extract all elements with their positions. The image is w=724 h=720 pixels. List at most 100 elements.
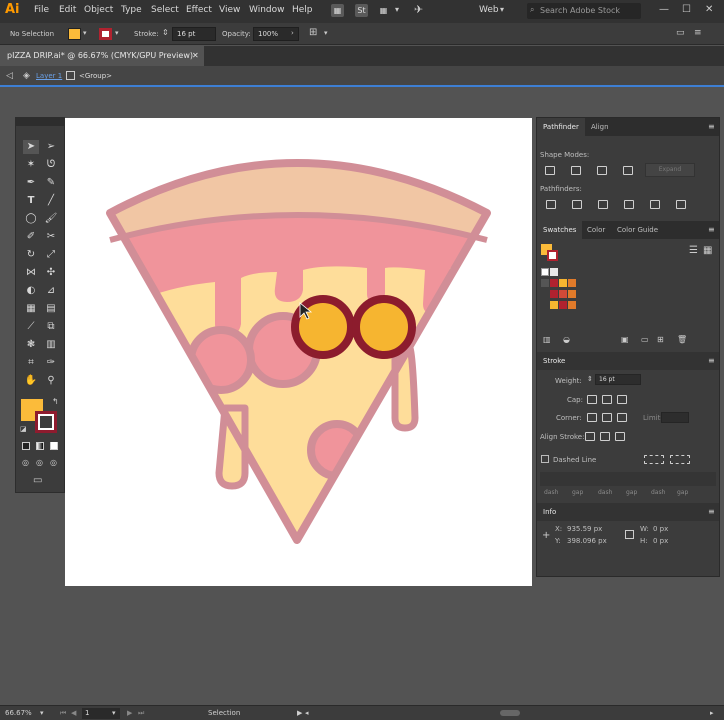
gradient-tool-icon[interactable]: ▤ <box>43 302 59 316</box>
minus-front-icon[interactable] <box>571 166 581 175</box>
zoom-tool-icon[interactable]: ⚲ <box>43 374 59 388</box>
status-scroll-left-icon[interactable]: ◂ <box>305 709 309 717</box>
scale-tool-icon[interactable]: ⤢ <box>43 248 59 262</box>
blend-tool-icon[interactable]: ⧉ <box>43 320 59 334</box>
tab-color-guide[interactable]: Color Guide <box>611 221 664 239</box>
stroke-menu-icon[interactable]: ≡ <box>708 356 715 365</box>
limit-field[interactable] <box>661 412 689 423</box>
tab-stroke[interactable]: Stroke <box>537 352 572 370</box>
shaper-tool-icon[interactable]: ✐ <box>23 230 39 244</box>
maximize-icon[interactable]: ☐ <box>682 4 691 15</box>
new-color-group-icon[interactable]: ▭ <box>641 335 649 344</box>
swatch-options-icon[interactable]: ▣ <box>621 335 629 344</box>
align-inside-icon[interactable] <box>600 432 610 441</box>
tab-align[interactable]: Align <box>585 118 615 136</box>
artboard-tool-icon[interactable]: ⌗ <box>23 356 39 370</box>
horizontal-scrollbar-thumb[interactable] <box>500 710 520 716</box>
arrange-documents-icon[interactable]: ▦ <box>377 4 390 17</box>
none-mode-icon[interactable] <box>50 442 58 450</box>
document-tab[interactable]: pIZZA DRIP.ai* @ 66.67% (CMYK/GPU Previe… <box>0 46 204 66</box>
swatches-menu-icon[interactable]: ≡ <box>708 225 715 234</box>
back-arrow-icon[interactable]: ◁ <box>6 71 13 81</box>
slice-tool-icon[interactable]: ✑ <box>43 356 59 370</box>
artboard-chevron-icon[interactable]: ▾ <box>112 709 116 717</box>
toolbox-header[interactable] <box>16 118 64 126</box>
first-artboard-icon[interactable]: ⏮ <box>60 709 66 718</box>
minimize-icon[interactable]: — <box>659 4 669 15</box>
bridge-icon[interactable]: ▦ <box>331 4 344 17</box>
fill-chevron-icon[interactable]: ▾ <box>83 29 87 37</box>
round-cap-icon[interactable] <box>602 395 612 404</box>
merge-icon[interactable] <box>598 200 608 209</box>
scissors-tool-icon[interactable]: ✂ <box>43 230 59 244</box>
symbol-sprayer-tool-icon[interactable]: ❃ <box>23 338 39 352</box>
lasso-tool-icon[interactable]: ᘎ <box>43 158 59 172</box>
intersect-icon[interactable] <box>597 166 607 175</box>
swatch-red-3[interactable] <box>559 301 567 309</box>
swatch-orange-2[interactable] <box>568 290 576 298</box>
menu-select[interactable]: Select <box>151 5 179 15</box>
default-colors-icon[interactable]: ◪ <box>20 425 27 433</box>
swatch-registration[interactable] <box>550 268 558 276</box>
menu-effect[interactable]: Effect <box>186 5 212 15</box>
dashed-line-checkbox[interactable] <box>541 455 549 463</box>
outline-icon[interactable] <box>650 200 660 209</box>
status-menu-arrow-icon[interactable]: ▶ <box>297 709 302 717</box>
weight-stepper-icon[interactable]: ⇕ <box>587 375 593 383</box>
preserve-dash-icon[interactable] <box>644 455 664 464</box>
dash-fields[interactable] <box>540 472 716 486</box>
stock-button[interactable]: St <box>355 4 368 17</box>
artboard[interactable] <box>65 118 532 586</box>
crop-icon[interactable] <box>624 200 634 209</box>
zoom-chevron-icon[interactable]: ▾ <box>40 709 44 717</box>
perspective-grid-tool-icon[interactable]: ⊿ <box>43 284 59 298</box>
puppet-warp-tool-icon[interactable]: ✣ <box>43 266 59 280</box>
selection-tool-icon[interactable]: ➤ <box>23 140 39 154</box>
gradient-mode-icon[interactable] <box>36 442 44 450</box>
stroke-swatch[interactable] <box>99 28 112 40</box>
show-swatch-kinds-icon[interactable]: ◒ <box>563 335 570 344</box>
align-objects-icon[interactable]: ⊞ <box>309 27 317 38</box>
swatch-orange-3[interactable] <box>568 301 576 309</box>
stroke-stepper-icon[interactable]: ⇕ <box>162 28 169 37</box>
prev-artboard-icon[interactable]: ◀ <box>71 709 76 717</box>
menu-type[interactable]: Type <box>121 5 142 15</box>
pen-tool-icon[interactable]: ✒ <box>23 176 39 190</box>
close-tab-icon[interactable]: ✕ <box>192 51 199 60</box>
direct-selection-tool-icon[interactable]: ➢ <box>43 140 59 154</box>
unite-icon[interactable] <box>545 166 555 175</box>
menu-help[interactable]: Help <box>292 5 313 15</box>
bevel-join-icon[interactable] <box>617 413 627 422</box>
swatch-orange[interactable] <box>568 279 576 287</box>
swatch-yellow-2[interactable] <box>550 301 558 309</box>
chevron-down-icon[interactable]: ▾ <box>395 5 399 14</box>
tab-color[interactable]: Color <box>581 221 611 239</box>
type-tool-icon[interactable]: T <box>23 194 39 208</box>
ellipse-tool-icon[interactable]: ◯ <box>23 212 39 226</box>
stroke-chevron-icon[interactable]: ▾ <box>115 29 119 37</box>
round-join-icon[interactable] <box>602 413 612 422</box>
hand-tool-icon[interactable]: ✋ <box>23 374 39 388</box>
shape-builder-tool-icon[interactable]: ◐ <box>23 284 39 298</box>
paintbrush-tool-icon[interactable]: 🖌 <box>43 212 59 226</box>
column-graph-tool-icon[interactable]: ▥ <box>43 338 59 352</box>
stroke-weight-field[interactable]: 16 pt <box>172 27 216 41</box>
align-chevron-icon[interactable]: ▾ <box>324 29 328 37</box>
pathfinder-menu-icon[interactable]: ≡ <box>708 122 715 131</box>
color-mode-icon[interactable] <box>22 442 30 450</box>
butt-cap-icon[interactable] <box>587 395 597 404</box>
menu-view[interactable]: View <box>219 5 240 15</box>
tab-pathfinder[interactable]: Pathfinder <box>537 118 585 136</box>
screen-mode-icon[interactable]: ▭ <box>33 475 42 486</box>
gpu-performance-icon[interactable]: ✈ <box>414 3 423 16</box>
swatch-none[interactable] <box>541 268 549 276</box>
expand-button[interactable]: Expand <box>645 163 695 177</box>
breadcrumb-layer[interactable]: Layer 1 <box>36 72 62 80</box>
swatch-red[interactable] <box>550 279 558 287</box>
swatch-red-orange[interactable] <box>559 290 567 298</box>
new-swatch-icon[interactable]: ⊞ <box>657 335 664 344</box>
draw-behind-icon[interactable]: ◎ <box>36 458 43 467</box>
trim-icon[interactable] <box>572 200 582 209</box>
workspace-chevron-icon[interactable]: ▾ <box>500 5 504 14</box>
miter-join-icon[interactable] <box>587 413 597 422</box>
